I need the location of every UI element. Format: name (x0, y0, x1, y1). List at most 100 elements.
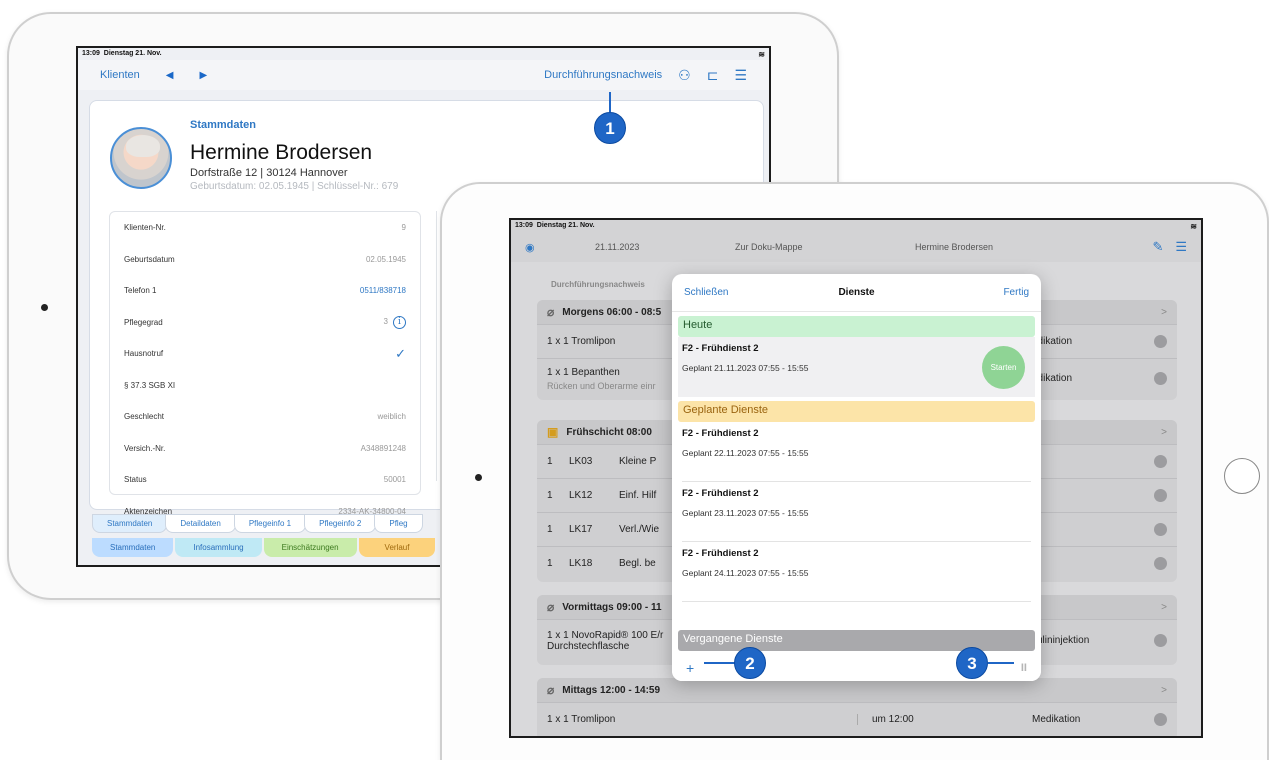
service-item-today[interactable]: F2 - Frühdienst 2 Geplant 21.11.2023 07:… (678, 337, 1035, 397)
callout-line (609, 92, 611, 112)
camera-dot (41, 304, 48, 311)
list-item[interactable]: 1 x 1 Tromlipon um 12:00 Medikation (537, 702, 1177, 736)
client-name-label: Hermine Brodersen (915, 242, 994, 252)
background-title: Durchführungsnachweis (551, 280, 645, 289)
callout-line (704, 662, 736, 664)
date-label[interactable]: 21.11.2023 (595, 242, 735, 252)
info-label: Status (124, 475, 147, 485)
tab-detaildaten[interactable]: Detaildaten (165, 514, 236, 533)
callout-badge-2: 2 (734, 647, 766, 679)
info-row: Pflegegrad 3 i (110, 307, 420, 339)
phone-link[interactable]: 0511/838718 (360, 286, 406, 295)
eye-icon[interactable]: ◉ (525, 241, 595, 254)
check-circle-icon[interactable] (1154, 372, 1167, 385)
check-circle-icon[interactable] (1154, 713, 1167, 726)
service-item[interactable]: F2 - Frühdienst 2 Geplant 23.11.2023 07:… (678, 482, 1035, 542)
item-count: 1 (547, 456, 553, 467)
info-label: Telefon 1 (124, 286, 157, 296)
item-text: Begl. be (619, 558, 656, 569)
info-value: A348891248 (360, 443, 406, 453)
service-item[interactable]: F2 - Frühdienst 2 Geplant 22.11.2023 07:… (678, 422, 1035, 482)
info-row: Klienten-Nr. 9 (110, 212, 420, 244)
check-circle-icon[interactable] (1154, 489, 1167, 502)
tab-einschaetzungen[interactable]: Einschätzungen (263, 538, 357, 557)
check-circle-icon[interactable] (1154, 455, 1167, 468)
done-button[interactable]: Fertig (949, 287, 1029, 298)
item-type: edikation (1032, 336, 1073, 347)
camera-dot (475, 474, 482, 481)
info-label: Geschlecht (124, 412, 165, 422)
item-text: 1 x 1 Bepanthen (547, 366, 620, 378)
start-button[interactable]: Starten (982, 346, 1025, 389)
next-client-icon[interactable]: ▶ (199, 70, 207, 81)
section-header[interactable]: ⌀ Mittags 12:00 - 14:59 > (537, 678, 1177, 702)
wifi-icon: ≋ (1190, 222, 1197, 231)
client-address: Dorfstraße 12 | 30124 Hannover (190, 167, 348, 179)
tab-infosammlung[interactable]: Infosammlung (175, 538, 262, 557)
home-button[interactable] (1224, 458, 1260, 494)
tab-verlauf[interactable]: Verlauf (358, 538, 436, 557)
info-value: 50001 (383, 475, 406, 485)
pill-icon: ⌀ (547, 600, 555, 614)
item-text: Verl./Wie (619, 524, 660, 535)
check-circle-icon[interactable] (1154, 335, 1167, 348)
close-button[interactable]: Schließen (684, 287, 764, 298)
info-value: weiblich (377, 412, 406, 422)
info-row: Geburtsdatum 02.05.1945 (110, 244, 420, 276)
status-time: 13:09 (515, 222, 533, 229)
service-name: F2 - Frühdienst 2 (682, 488, 759, 499)
previous-client-icon[interactable]: ◀ (166, 70, 174, 81)
item-text: Kleine P (619, 456, 657, 467)
info-label: Klienten-Nr. (124, 223, 166, 233)
info-row: Geschlecht weiblich (110, 401, 420, 433)
back-to-clients-link[interactable]: Klienten (100, 69, 140, 81)
tab-stammdaten-main[interactable]: Stammdaten (92, 538, 174, 557)
note-icon: ▣ (547, 425, 559, 439)
service-item[interactable]: F2 - Frühdienst 2 Geplant 24.11.2023 07:… (678, 542, 1035, 602)
item-count: 1 (547, 524, 553, 535)
list-icon[interactable]: ☰ (1175, 239, 1187, 255)
add-service-button[interactable]: + (686, 660, 694, 676)
dialog-header: Schließen Dienste Fertig (672, 274, 1041, 312)
service-name: F2 - Frühdienst 2 (682, 428, 759, 439)
check-circle-icon[interactable] (1154, 557, 1167, 570)
check-circle-icon[interactable] (1154, 523, 1167, 536)
info-label: Pflegegrad (124, 317, 163, 327)
info-row: Status 50001 (110, 464, 420, 496)
pause-button[interactable]: II (1021, 662, 1027, 674)
item-code: LK17 (569, 524, 593, 535)
info-label: § 37.3 SGB XI (124, 380, 176, 390)
item-code: LK12 (569, 490, 593, 501)
doku-folder-link[interactable]: Zur Doku-Mappe (735, 242, 915, 252)
status-time: 13:09 (82, 50, 100, 57)
people-icon[interactable]: ⚇ (678, 67, 691, 84)
tab-pflegeinfo-2[interactable]: Pflegeinfo 2 (304, 514, 377, 533)
list-icon[interactable]: ☰ (734, 67, 747, 84)
tree-icon[interactable]: ⊏ (707, 67, 719, 84)
callout-badge-3: 3 (956, 647, 988, 679)
tab-pflegeinfo-1[interactable]: Pflegeinfo 1 (233, 514, 307, 533)
check-circle-icon[interactable] (1154, 634, 1167, 647)
services-dialog: Schließen Dienste Fertig Heute F2 - Früh… (672, 274, 1041, 681)
item-text: 1 x 1 Tromlipon (547, 336, 616, 347)
item-subtext: Rücken und Oberarme einr (547, 380, 656, 391)
info-value: 9 (401, 223, 406, 233)
info-label: Hausnotruf (124, 349, 164, 359)
tab-pflegeinfo-more[interactable]: Pfleg (374, 514, 423, 533)
item-time: um 12:00 (857, 714, 987, 725)
status-date: Dienstag 21. Nov. (536, 222, 595, 229)
navigation-bar: ◉ 21.11.2023 Zur Doku-Mappe Hermine Brod… (511, 232, 1201, 262)
sub-tab-bar: Stammdaten Detaildaten Pflegeinfo 1 Pfle… (92, 514, 423, 533)
chevron-right-icon: > (1161, 601, 1167, 613)
item-subtext: Durchstechflasche (547, 640, 630, 652)
info-icon[interactable]: i (393, 315, 406, 329)
info-row: § 37.3 SGB XI (110, 370, 420, 402)
service-planned: Geplant 22.11.2023 07:55 - 15:55 (682, 448, 809, 458)
item-type: Medikation (1032, 714, 1081, 725)
tab-stammdaten[interactable]: Stammdaten (92, 514, 168, 533)
durchfuehrungsnachweis-link[interactable]: Durchführungsnachweis (544, 69, 662, 81)
info-value: 3 (383, 316, 388, 326)
item-code: LK03 (569, 456, 593, 467)
edit-icon[interactable]: ✎ (1152, 239, 1163, 255)
main-tab-bar: Stammdaten Infosammlung Einschätzungen V… (92, 538, 437, 557)
